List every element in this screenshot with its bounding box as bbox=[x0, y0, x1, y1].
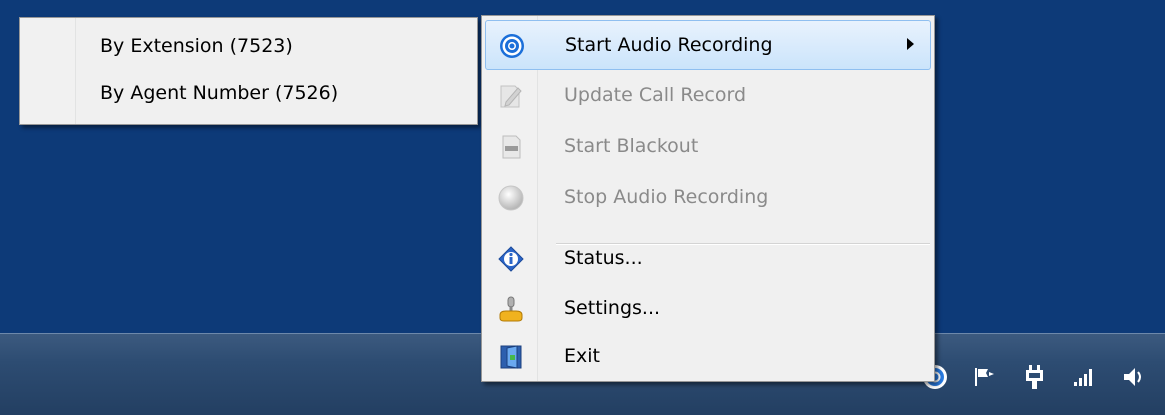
menu-item-start-blackout[interactable]: Start Blackout bbox=[485, 122, 931, 172]
submenu-arrow-icon bbox=[907, 38, 914, 50]
menu-item-label: Status... bbox=[564, 247, 643, 269]
document-icon bbox=[497, 133, 525, 161]
stop-circle-icon bbox=[497, 184, 525, 212]
menu-item-label: Settings... bbox=[564, 297, 661, 319]
menu-item-label: Start Audio Recording bbox=[565, 34, 773, 56]
menu-item-exit[interactable]: Exit bbox=[485, 332, 931, 382]
record-icon bbox=[498, 32, 526, 60]
settings-joystick-icon bbox=[497, 295, 525, 323]
menu-item-settings[interactable]: Settings... bbox=[485, 284, 931, 334]
network-signal-icon[interactable] bbox=[1070, 362, 1100, 392]
menu-item-stop-audio-recording[interactable]: Stop Audio Recording bbox=[485, 173, 931, 223]
submenu-item-label: By Extension (7523) bbox=[100, 35, 293, 57]
menu-item-start-audio-recording[interactable]: Start Audio Recording bbox=[485, 20, 931, 70]
exit-door-icon bbox=[497, 343, 525, 371]
submenu-item-by-extension[interactable]: By Extension (7523) bbox=[23, 26, 474, 68]
volume-icon[interactable] bbox=[1120, 362, 1150, 392]
system-tray bbox=[920, 352, 1165, 402]
start-recording-submenu: By Extension (7523) By Agent Number (752… bbox=[19, 17, 478, 125]
submenu-item-by-agent-number[interactable]: By Agent Number (7526) bbox=[23, 73, 474, 115]
power-plug-icon[interactable] bbox=[1020, 362, 1050, 392]
menu-item-label: Stop Audio Recording bbox=[564, 186, 769, 208]
menu-item-label: Start Blackout bbox=[564, 135, 699, 157]
action-center-flag-icon[interactable] bbox=[970, 362, 1000, 392]
submenu-item-label: By Agent Number (7526) bbox=[100, 82, 339, 104]
menu-item-label: Exit bbox=[564, 345, 600, 367]
info-icon bbox=[497, 245, 525, 273]
tray-context-menu: Start Audio Recording Update Call Record… bbox=[481, 15, 935, 382]
menu-item-status[interactable]: Status... bbox=[485, 234, 931, 284]
edit-document-icon bbox=[497, 82, 525, 110]
menu-item-update-call-record[interactable]: Update Call Record bbox=[485, 71, 931, 121]
menu-item-label: Update Call Record bbox=[564, 84, 747, 106]
